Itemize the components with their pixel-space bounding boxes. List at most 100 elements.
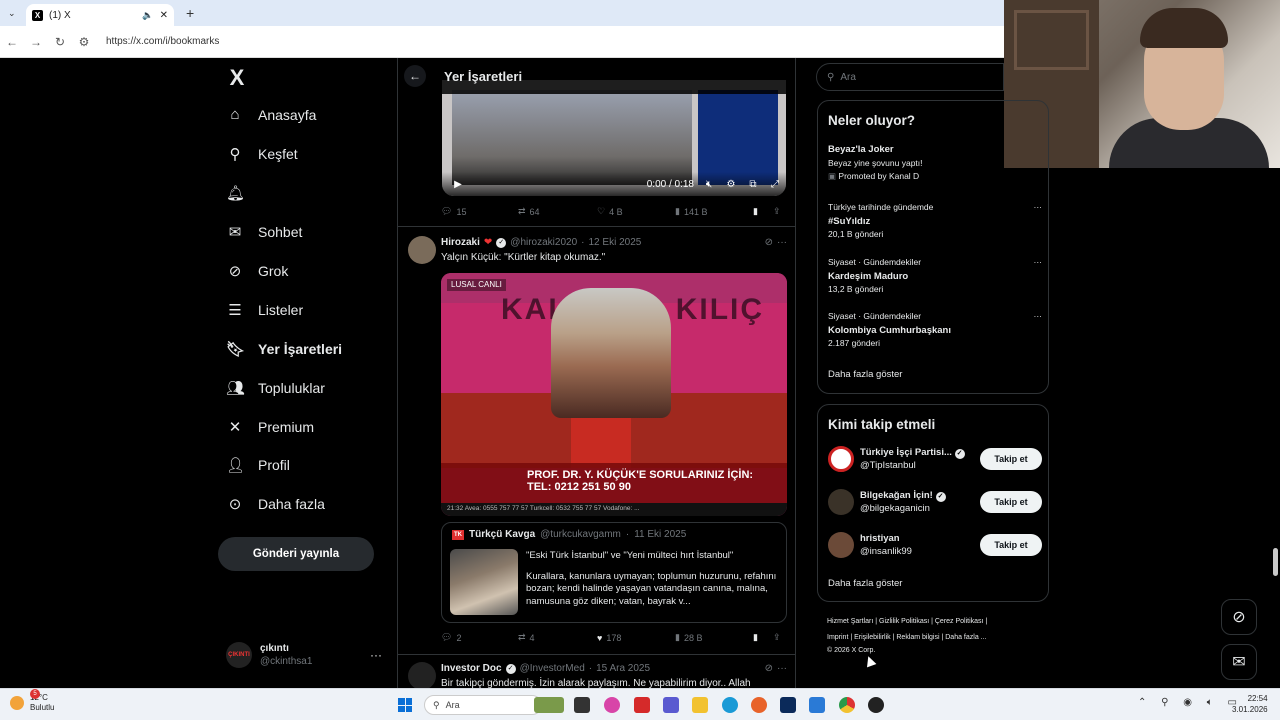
views-button[interactable]: ▮ 141 B	[675, 206, 753, 217]
nav-explore[interactable]: ⚲ Keşfet	[226, 145, 298, 163]
forward-icon[interactable]: →	[24, 35, 48, 49]
nav-bookmarks[interactable]: 🔖︎ Yer İşaretleri	[226, 340, 342, 358]
follow-suggestion[interactable]: Bilgekağan İçin! ✓ @bilgekaganicin Takip…	[828, 486, 1042, 518]
speaker-icon[interactable]: 🔈	[142, 10, 153, 21]
nav-grok[interactable]: ⊘ Grok	[226, 262, 289, 280]
app-dark-icon[interactable]	[780, 697, 796, 713]
site-info-icon[interactable]: ⚙	[72, 35, 96, 49]
grok-small-icon[interactable]: ⊘	[765, 663, 773, 674]
edge-icon[interactable]	[722, 697, 738, 713]
close-tab-icon[interactable]: ✕	[160, 10, 168, 21]
firefox-icon[interactable]	[751, 697, 767, 713]
follow-button[interactable]: Takip et	[980, 491, 1042, 513]
trend-item[interactable]: Siyaset · Gündemdekiler Kardeşim Maduro …	[828, 256, 1042, 297]
more-options-icon[interactable]: ···	[777, 237, 787, 248]
search-field[interactable]: ⚲ Ara	[816, 63, 1004, 91]
file-explorer-icon[interactable]	[692, 697, 708, 713]
nav-lists[interactable]: ☰ Listeler	[226, 301, 303, 319]
copilot-icon[interactable]	[604, 697, 620, 713]
reply-button[interactable]: 💬︎ 2	[441, 632, 518, 643]
share-button[interactable]: ⇪	[773, 632, 781, 643]
author-handle[interactable]: @InvestorMed	[520, 663, 585, 674]
grok-fab-icon[interactable]: ⊘	[1221, 599, 1257, 635]
windows-start-icon[interactable]	[398, 698, 412, 712]
taskbar-search[interactable]: ⚲ Ara	[424, 695, 542, 715]
author-name[interactable]: Hirozaki	[441, 237, 480, 248]
share-button[interactable]: ⇪	[773, 206, 781, 217]
nav-messages[interactable]: ✉ Sohbet	[226, 223, 303, 241]
teams-icon[interactable]	[663, 697, 679, 713]
bookmark-button[interactable]: ▮	[753, 632, 773, 643]
tweet3-avatar[interactable]	[408, 662, 436, 688]
app-circle-icon[interactable]	[868, 697, 884, 713]
play-icon[interactable]: ▶	[450, 179, 466, 190]
trends-panel: Neler oluyor? Beyaz'la Joker Beyaz yine …	[817, 100, 1049, 394]
trend-item[interactable]: Türkiye tarihinde gündemde #SuYıldız 20,…	[828, 201, 1042, 242]
back-icon[interactable]: ←	[0, 35, 24, 49]
author-handle[interactable]: @hirozaki2020	[510, 237, 577, 248]
clock[interactable]: 22:54 3.01.2026	[1232, 693, 1268, 715]
follow-suggestion[interactable]: hristiyan @insanlik99 Takip et	[828, 529, 1042, 561]
system-tray-icons[interactable]: ⌃ ⚲ ◉ 🔈︎ ▭	[1138, 697, 1243, 708]
chrome-icon[interactable]	[839, 697, 855, 713]
back-arrow-icon[interactable]: ←	[404, 65, 426, 87]
views-button[interactable]: ▮ 28 B	[675, 632, 753, 643]
account-switcher[interactable]: ÇIKINTI çıkıntı @ckinthsa1	[226, 642, 312, 668]
x-logo[interactable]: X	[220, 61, 254, 95]
follow-button[interactable]: Takip et	[980, 448, 1042, 470]
widget-app-icon[interactable]	[534, 697, 564, 713]
tweet-date[interactable]: 15 Ara 2025	[596, 663, 650, 674]
follow-show-more-link[interactable]: Daha fazla göster	[828, 578, 902, 589]
footer-line2[interactable]: Imprint | Erişilebilirlik | Reklam bilgi…	[827, 630, 1037, 646]
nav-profile[interactable]: 👤︎ Profil	[226, 456, 290, 474]
video-tag: LUSAL CANLI	[447, 279, 506, 291]
post-button[interactable]: Gönderi yayınla	[218, 537, 374, 571]
reload-icon[interactable]: ↻	[48, 35, 72, 49]
app-red-icon[interactable]	[634, 697, 650, 713]
follow-button[interactable]: Takip et	[980, 534, 1042, 556]
trends-show-more-link[interactable]: Daha fazla göster	[828, 369, 902, 380]
url-field[interactable]: https://x.com/i/bookmarks	[106, 36, 219, 47]
retweet-button[interactable]: ⇄ 64	[518, 206, 597, 217]
more-options-icon[interactable]: ···	[777, 663, 787, 674]
nav-notifications[interactable]: 🔔︎	[226, 184, 258, 202]
tweet2-avatar[interactable]	[408, 236, 436, 264]
tweet2-video[interactable]: KALEM ve KILIÇ LUSAL CANLI PROF. DR. Y. …	[441, 273, 787, 516]
nav-premium[interactable]: ✕ Premium	[226, 418, 314, 436]
trend-item[interactable]: Beyaz'la Joker Beyaz yine şovunu yaptı! …	[828, 143, 1042, 184]
outlook-icon[interactable]	[809, 697, 825, 713]
pip-icon[interactable]: ⧉	[742, 179, 764, 190]
page-scrollbar[interactable]	[1273, 548, 1278, 576]
tweet1-video[interactable]: ▶ 0:00 / 0:18 🔇︎ ⚙ ⧉ ⤢	[442, 80, 786, 196]
trend-more-icon[interactable]: ···	[1034, 256, 1043, 270]
tweet-date[interactable]: 12 Eki 2025	[589, 237, 642, 248]
nav-communities[interactable]: 👥︎ Topluluklar	[226, 379, 325, 397]
like-button[interactable]: ♥ 178	[597, 633, 675, 643]
like-button[interactable]: ♡ 4 B	[597, 206, 675, 217]
nav-more[interactable]: ⊙ Daha fazla	[226, 495, 325, 513]
weather-widget[interactable]: 5 12°C Bulutlu	[10, 689, 54, 713]
bell-icon: 🔔︎	[226, 185, 246, 202]
footer-line1[interactable]: Hizmet Şartları | Gizlilik Politikası | …	[827, 614, 1037, 630]
follow-suggestion[interactable]: Türkiye İşçi Partisi... ✓ @TipIstanbul T…	[828, 443, 1042, 475]
nav-home[interactable]: ⌂ Anasayfa	[226, 106, 316, 123]
grok-small-icon[interactable]: ⊘	[765, 237, 773, 248]
tweet2-text: Yalçın Küçük: "Kürtler kitap okumaz."	[441, 252, 606, 263]
account-more-icon[interactable]: ···	[370, 648, 382, 662]
task-view-icon[interactable]	[574, 697, 590, 713]
quoted-tweet[interactable]: TK Türkçü Kavga @turkcukavgamm · 11 Eki …	[441, 522, 787, 623]
reply-button[interactable]: 💬︎ 15	[441, 206, 518, 217]
new-tab-icon[interactable]: +	[186, 5, 194, 21]
retweet-button[interactable]: ⇄ 4	[518, 632, 597, 643]
tab-list-chevron-icon[interactable]: ⌄	[8, 8, 16, 19]
trend-more-icon[interactable]: ···	[1034, 310, 1043, 324]
trend-more-icon[interactable]: ···	[1034, 201, 1043, 215]
fullscreen-icon[interactable]: ⤢	[764, 179, 786, 190]
author-name[interactable]: Investor Doc	[441, 663, 502, 674]
bookmark-button[interactable]: ▮	[753, 206, 773, 217]
browser-tab[interactable]: X (1) X 🔈 ✕	[26, 4, 174, 26]
settings-icon[interactable]: ⚙	[720, 179, 742, 190]
mute-icon[interactable]: 🔇︎	[698, 179, 720, 190]
messages-fab-icon[interactable]: ✉	[1221, 644, 1257, 680]
trend-item[interactable]: Siyaset · Gündemdekiler Kolombiya Cumhur…	[828, 310, 1042, 351]
